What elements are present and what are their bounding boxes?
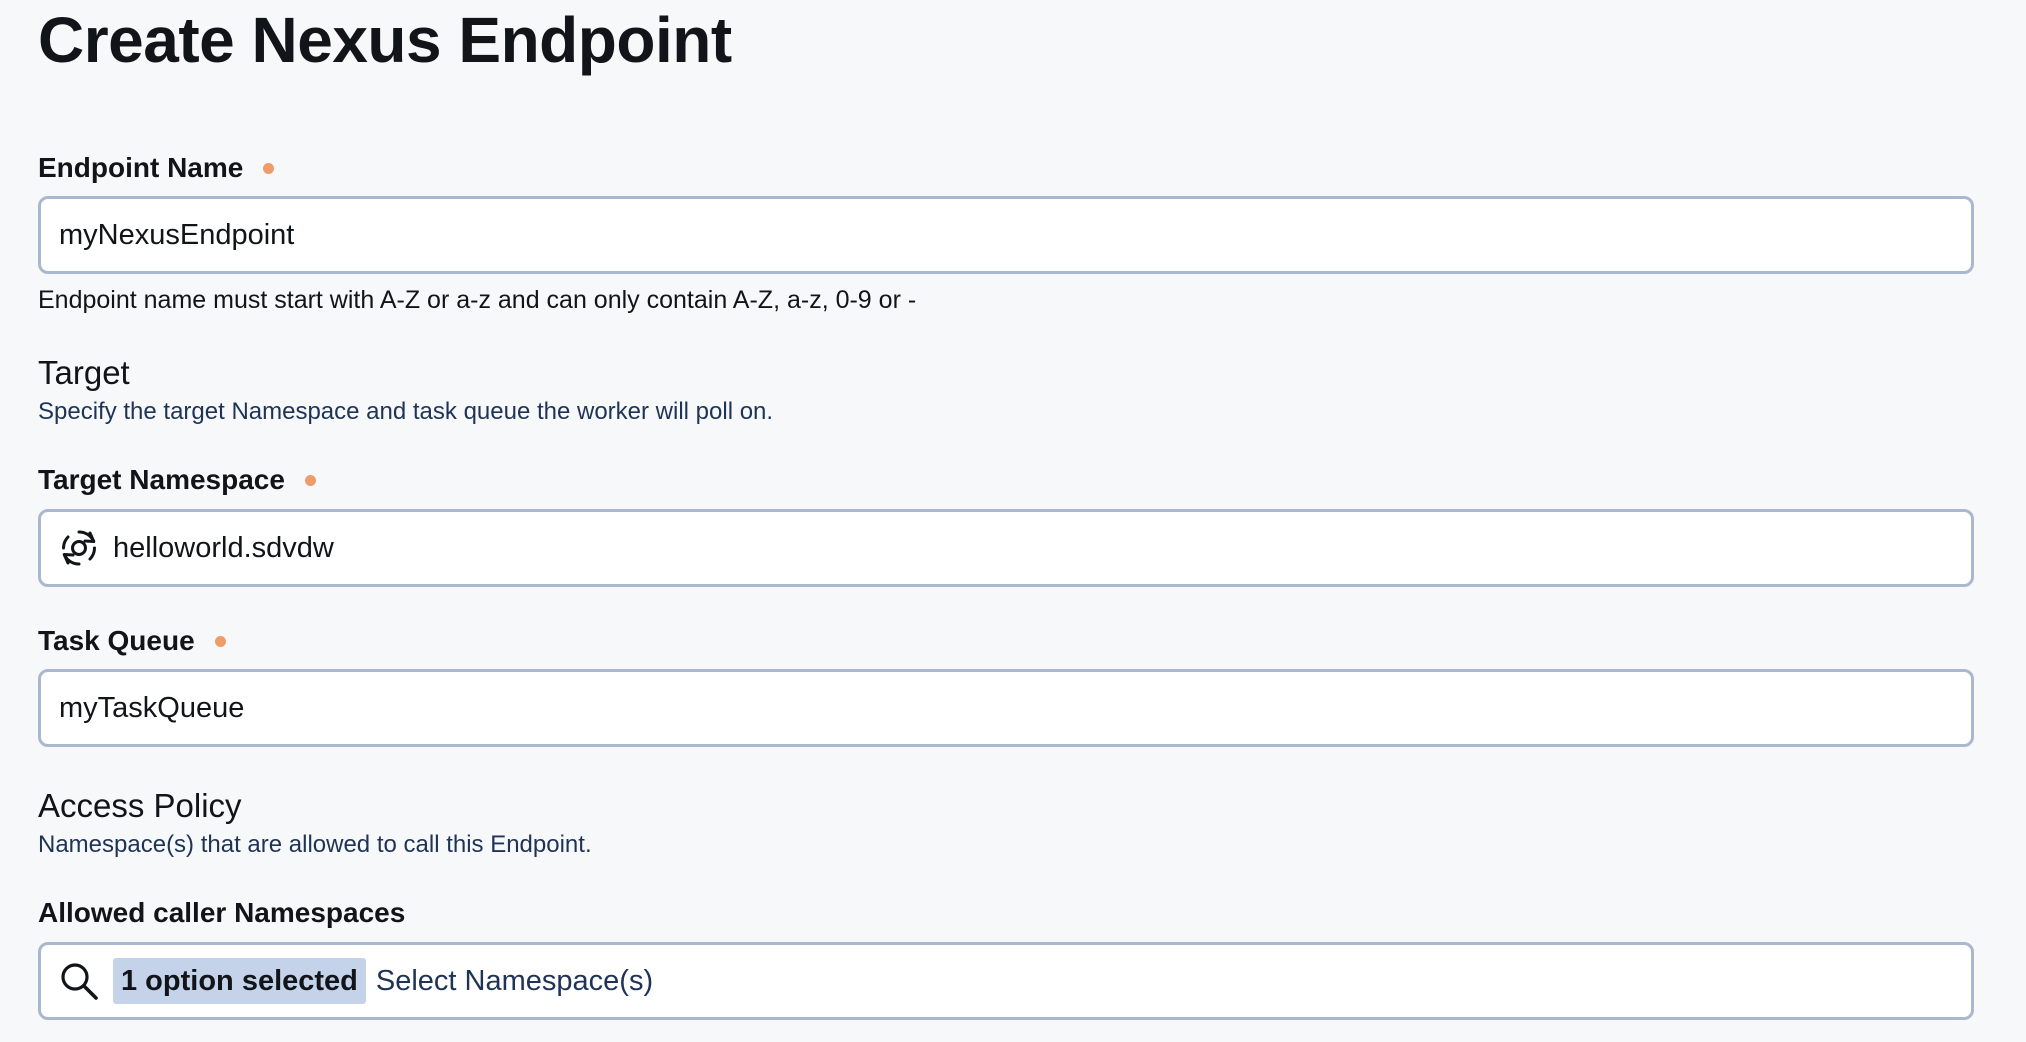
access-policy-section-title: Access Policy xyxy=(38,787,242,824)
access-policy-section-description: Namespace(s) that are allowed to call th… xyxy=(38,831,592,858)
required-indicator xyxy=(263,162,275,174)
selected-count-chip[interactable]: 1 option selected xyxy=(113,958,366,1004)
namespace-sync-icon xyxy=(59,528,99,568)
endpoint-name-value: myNexusEndpoint xyxy=(59,218,295,251)
search-icon xyxy=(59,961,99,1001)
allowed-callers-placeholder: Select Namespace(s) xyxy=(375,964,654,997)
endpoint-name-input[interactable]: myNexusEndpoint xyxy=(38,196,1974,274)
endpoint-name-hint: Endpoint name must start with A-Z or a-z… xyxy=(38,286,917,314)
endpoint-name-label-text: Endpoint Name xyxy=(38,152,244,183)
required-indicator xyxy=(214,635,226,647)
target-namespace-label-text: Target Namespace xyxy=(38,464,285,495)
create-endpoint-page: Create Nexus Endpoint Endpoint Name myNe… xyxy=(0,0,2026,1042)
target-namespace-select[interactable]: helloworld.sdvdw xyxy=(38,509,1974,587)
task-queue-label-text: Task Queue xyxy=(38,625,195,656)
target-namespace-label: Target Namespace xyxy=(38,463,316,497)
target-namespace-value: helloworld.sdvdw xyxy=(113,531,334,564)
target-section-title: Target xyxy=(38,354,130,391)
endpoint-name-label: Endpoint Name xyxy=(38,151,275,185)
target-section-description: Specify the target Namespace and task qu… xyxy=(38,398,774,425)
required-indicator xyxy=(304,474,316,486)
task-queue-label: Task Queue xyxy=(38,624,226,658)
task-queue-value: myTaskQueue xyxy=(59,691,245,724)
page-title: Create Nexus Endpoint xyxy=(38,4,732,76)
allowed-callers-combobox[interactable]: 1 option selected Select Namespace(s) xyxy=(38,942,1974,1020)
allowed-callers-label-text: Allowed caller Namespaces xyxy=(38,897,406,928)
allowed-callers-label: Allowed caller Namespaces xyxy=(38,896,405,930)
task-queue-input[interactable]: myTaskQueue xyxy=(38,669,1974,747)
